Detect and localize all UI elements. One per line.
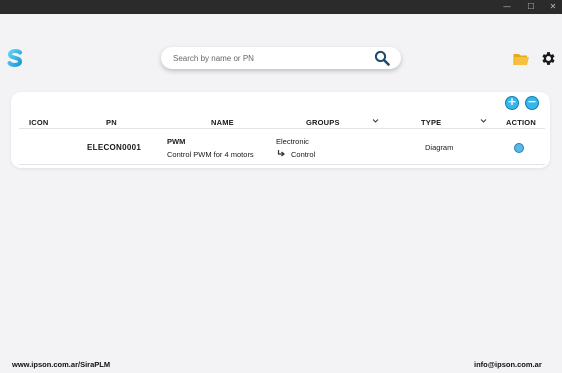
column-header-action: ACTION	[506, 118, 536, 127]
footer-website-link[interactable]: www.ipson.com.ar/SiraPLM	[12, 360, 110, 369]
row-type: Diagram	[425, 143, 454, 152]
search-icon[interactable]	[374, 50, 390, 66]
row-group-sub: Control	[291, 150, 316, 159]
add-item-button[interactable]: +	[505, 96, 519, 110]
header-divider	[19, 128, 545, 129]
column-header-name[interactable]: NAME	[211, 118, 234, 127]
groups-filter-chevron-down-icon[interactable]	[372, 118, 379, 124]
column-header-pn[interactable]: PN	[106, 118, 117, 127]
column-header-icon[interactable]: ICON	[29, 118, 49, 127]
type-filter-chevron-down-icon[interactable]	[480, 118, 487, 124]
remove-item-button[interactable]: −	[525, 96, 539, 110]
minimize-button[interactable]: —	[496, 0, 518, 14]
s-logo-icon	[7, 49, 23, 67]
row-divider	[19, 164, 545, 165]
column-header-type[interactable]: TYPE	[421, 118, 441, 127]
subgroup-arrow-icon	[277, 150, 285, 157]
close-window-button[interactable]: ✕	[542, 0, 562, 14]
search-bar	[161, 47, 401, 69]
row-description: Control PWM for 4 motors	[167, 150, 254, 159]
window-titlebar	[0, 0, 562, 14]
search-input[interactable]	[173, 51, 373, 65]
row-pn: ELECON0001	[87, 143, 142, 152]
footer-email-link[interactable]: info@ipson.com.ar	[474, 360, 542, 369]
column-header-groups[interactable]: GROUPS	[306, 118, 340, 127]
row-name: PWM	[167, 137, 186, 146]
row-group-main: Electronic	[276, 137, 309, 146]
row-action-view-icon[interactable]	[514, 143, 524, 153]
folder-open-icon[interactable]	[513, 52, 530, 66]
settings-gear-icon[interactable]	[540, 50, 557, 67]
maximize-button[interactable]: ☐	[520, 0, 542, 14]
